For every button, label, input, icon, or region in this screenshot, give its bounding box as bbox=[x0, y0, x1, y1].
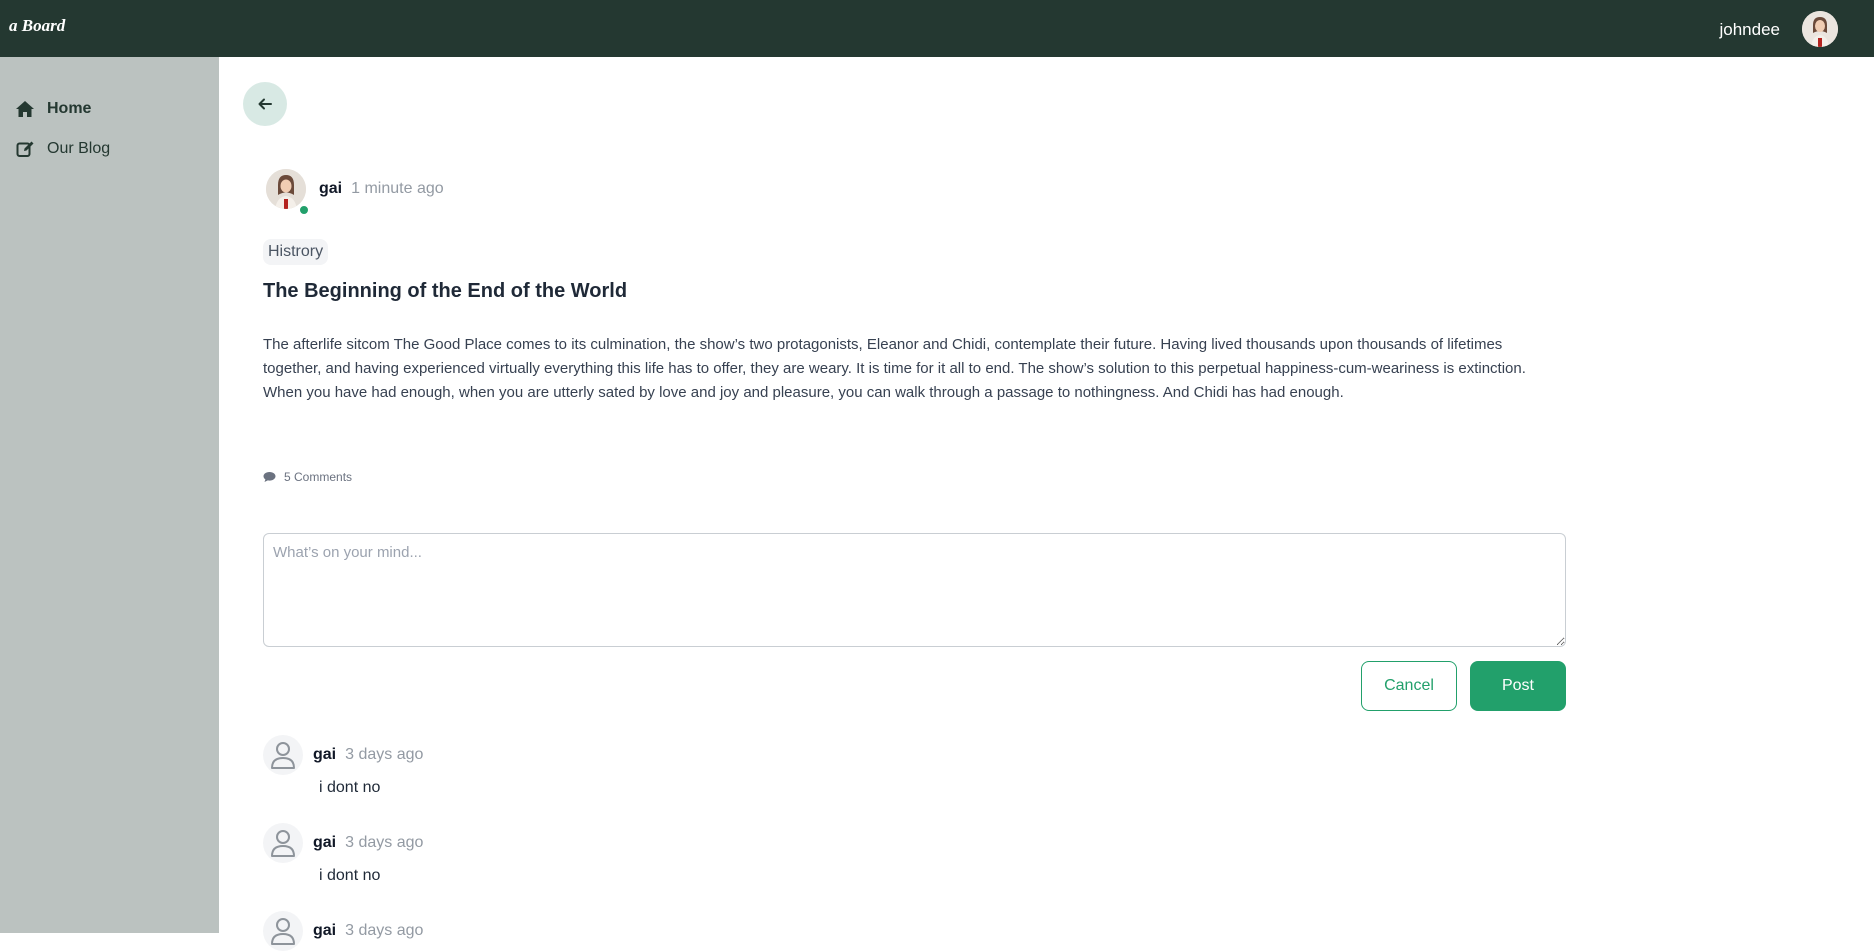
back-button[interactable] bbox=[243, 82, 287, 126]
arrow-left-icon bbox=[258, 98, 272, 110]
avatar[interactable] bbox=[263, 823, 303, 863]
avatar[interactable] bbox=[263, 911, 303, 951]
online-status-indicator bbox=[298, 204, 310, 216]
home-icon bbox=[16, 101, 34, 117]
post-timestamp: 1 minute ago bbox=[351, 180, 444, 197]
comment-text: i dont no bbox=[319, 867, 381, 884]
top-bar: a Board johndee bbox=[0, 0, 1874, 57]
comment-icon bbox=[263, 472, 276, 482]
edit-icon bbox=[16, 141, 34, 157]
comment-item: gai 3 days ago bbox=[263, 911, 1163, 951]
post-category-tag: Histrory bbox=[263, 239, 329, 265]
sidebar-item-home[interactable]: Home bbox=[15, 99, 91, 119]
user-photo-icon bbox=[266, 169, 306, 209]
post-title: The Beginning of the End of the World bbox=[263, 280, 628, 302]
post-author-avatar[interactable] bbox=[266, 169, 306, 209]
comment-author[interactable]: gai bbox=[313, 746, 336, 764]
post-body: The afterlife sitcom The Good Place come… bbox=[263, 336, 1526, 401]
cancel-button[interactable]: Cancel bbox=[1361, 661, 1457, 711]
user-outline-icon bbox=[271, 742, 295, 769]
comment-item: gai 3 days ago i dont no bbox=[263, 823, 1163, 885]
comment-item: gai 3 days ago i dont no bbox=[263, 735, 1163, 797]
user-outline-icon bbox=[271, 918, 295, 945]
sidebar-item-label: Our Blog bbox=[47, 140, 111, 157]
post-button[interactable]: Post bbox=[1470, 661, 1566, 711]
user-photo-icon bbox=[1802, 10, 1838, 47]
post-author-row: gai 1 minute ago bbox=[266, 169, 444, 209]
avatar[interactable] bbox=[263, 735, 303, 775]
comment-timestamp: 3 days ago bbox=[345, 746, 424, 763]
username[interactable]: johndee bbox=[1719, 20, 1780, 40]
comment-author[interactable]: gai bbox=[313, 922, 336, 940]
post-author-name[interactable]: gai bbox=[319, 180, 342, 198]
comment-timestamp: 3 days ago bbox=[345, 834, 424, 851]
comments-count-label: 5 Comments bbox=[284, 470, 353, 484]
sidebar: Home Our Blog bbox=[0, 57, 219, 933]
comment-author[interactable]: gai bbox=[313, 834, 336, 852]
sidebar-item-label: Home bbox=[47, 100, 92, 117]
comments-count[interactable]: 5 Comments bbox=[263, 470, 352, 484]
comment-timestamp: 3 days ago bbox=[345, 922, 424, 939]
comment-text: i dont no bbox=[319, 779, 381, 796]
brand-logo[interactable]: a Board bbox=[9, 16, 65, 36]
user-outline-icon bbox=[271, 830, 295, 857]
user-menu[interactable]: johndee bbox=[1719, 10, 1838, 47]
avatar[interactable] bbox=[1802, 10, 1838, 47]
comment-input[interactable] bbox=[263, 533, 1566, 647]
sidebar-item-our-blog[interactable]: Our Blog bbox=[15, 139, 110, 159]
